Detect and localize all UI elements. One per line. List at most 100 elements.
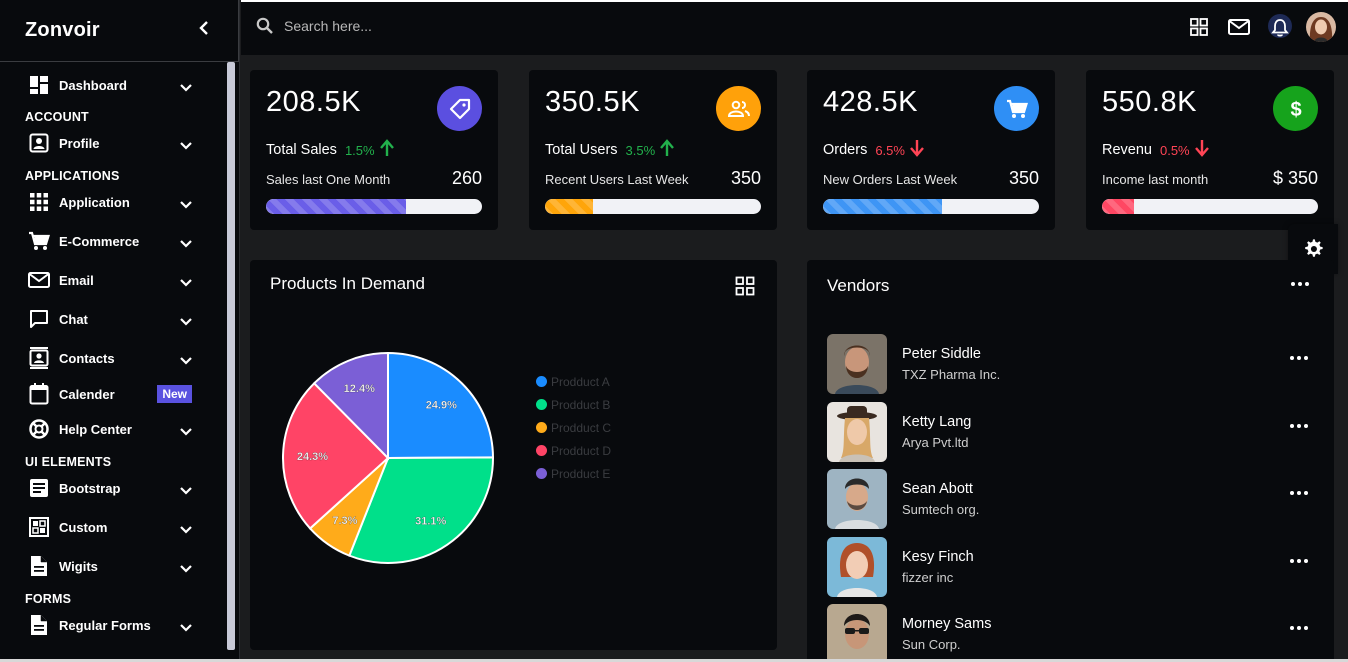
pie-data-label: 7.3% [332,515,357,527]
pie-data-label: 12.4% [344,383,375,395]
sidebar-item-e-commerce[interactable]: E-Commerce [0,222,224,260]
chevron-down-icon [180,423,192,436]
help-icon [28,418,50,440]
legend-item[interactable]: Prodduct C [536,416,611,439]
stat-subvalue: 350 [1008,168,1039,188]
vendor-more-button[interactable] [1289,559,1309,573]
stat-progress-fill [823,199,942,214]
chevron-left-icon [199,21,208,35]
products-in-demand-panel: Products In Demand 24.9% 31.1% 7.3% 24.3% 12… [250,260,777,650]
arrow-up-icon [379,139,395,161]
grid-icon [735,276,755,296]
legend-item[interactable]: Prodduct E [536,462,611,485]
vendor-name: Kesy Finch [902,549,974,565]
products-view-button[interactable] [735,276,755,296]
vendor-info: Kesy Finch fizzer inc [902,549,974,585]
dollar-icon: $ [1273,86,1318,131]
topbar [241,0,1348,55]
stat-card-revenu: 550.8K $ Revenu 0.5% Income last month $… [1086,70,1334,230]
vendor-row[interactable]: Ketty Lang Arya Pvt.ltd [827,402,1314,462]
legend-item[interactable]: Prodduct A [536,370,611,393]
chevron-down-icon [180,313,192,326]
sidebar-item-label: Application [59,194,130,210]
legend-swatch [536,376,547,387]
vendor-more-button[interactable] [1289,424,1309,438]
vendor-org: fizzer inc [902,570,954,585]
sidebar-item-wigits[interactable]: Wigits [0,547,224,585]
vendor-org: Arya Pvt.ltd [902,435,969,450]
sidebar-item-dashboard[interactable]: Dashboard [0,66,224,104]
stat-subtitle: Sales last One Month [266,172,391,187]
sidebar-item-label: Email [59,272,94,288]
pie-data-label: 31.1% [415,515,446,527]
mail-icon [28,269,50,291]
vendor-info: Ketty Lang Arya Pvt.ltd [902,414,971,450]
vendors-panel-title: Vendors [827,276,890,295]
stat-progress-fill [1102,199,1135,214]
sidebar-item-label: Help Center [59,421,132,437]
vendor-more-button[interactable] [1289,491,1309,505]
collapse-sidebar-button[interactable] [198,19,210,42]
user-avatar[interactable] [1306,12,1336,42]
vendor-avatar [827,334,887,394]
vendor-avatar [827,402,887,462]
stat-label: Total Sales [266,142,337,158]
chevron-down-icon [180,521,192,534]
sidebar-item-label: Profile [59,135,100,151]
sidebar-item-regular-forms[interactable]: Regular Forms [0,606,224,644]
stat-percent: 1.5% [344,142,375,158]
search-box [256,17,484,35]
stat-value: 350.5K [545,86,640,118]
apps-button[interactable] [1186,14,1212,40]
document-icon [28,555,50,577]
stat-label-row: Orders 6.5% [823,139,925,161]
vendor-row[interactable]: Morney Sams Sun Corp. [827,604,1314,662]
stat-label: Revenu [1102,142,1152,158]
vendor-row[interactable]: Sean Abott Sumtech org. [827,469,1314,529]
sidebar-item-label: Calender [59,386,115,402]
brand-name: Zonvoir [25,19,100,41]
chevron-down-icon [180,235,192,248]
arrow-down-icon [909,139,925,161]
chevron-down-icon [180,274,192,287]
cart-icon [994,86,1039,131]
messages-button[interactable] [1226,14,1252,40]
custom-icon [28,516,50,538]
vendor-avatar [827,604,887,662]
legend-item[interactable]: Prodduct B [536,393,611,416]
search-input[interactable] [284,18,484,34]
sidebar-scrollbar[interactable] [227,62,235,650]
vendor-name: Peter Siddle [902,346,981,362]
search-icon [256,17,273,34]
sidebar-item-custom[interactable]: Custom [0,508,224,546]
vendor-row[interactable]: Kesy Finch fizzer inc [827,537,1314,597]
sidebar-item-contacts[interactable]: Contacts [0,339,224,377]
profile-icon [28,132,50,154]
pie-data-label: 24.3% [297,451,328,463]
sidebar-item-email[interactable]: Email [0,261,224,299]
vendors-more-button[interactable] [1290,282,1310,292]
new-badge: New [157,385,192,403]
sidebar-item-calender[interactable]: Calender New [0,375,224,413]
stat-card-total-sales: 208.5K Total Sales 1.5% Sales last One M… [250,70,498,230]
sidebar-item-profile[interactable]: Profile [0,124,224,162]
mail-icon [1228,19,1250,35]
sidebar-item-chat[interactable]: Chat [0,300,224,338]
sidebar-item-application[interactable]: Application [0,183,224,221]
legend-item[interactable]: Prodduct D [536,439,611,462]
notifications-button[interactable] [1266,14,1292,40]
vendor-more-button[interactable] [1289,356,1309,370]
sidebar-item-label: Wigits [59,558,98,574]
stat-card-total-users: 350.5K Total Users 3.5% Recent Users Las… [529,70,777,230]
vendor-row[interactable]: Peter Siddle TXZ Pharma Inc. [827,334,1314,394]
stat-progress-bar [266,199,482,214]
vendor-more-button[interactable] [1289,626,1309,640]
document-icon [28,614,50,636]
vendor-org: Sun Corp. [902,637,961,652]
sidebar-item-help-center[interactable]: Help Center [0,410,224,448]
chevron-down-icon [180,560,192,573]
bootstrap-icon [28,477,50,499]
legend-label: Prodduct A [551,374,610,389]
more-dots-icon [1289,559,1309,563]
sidebar-item-bootstrap[interactable]: Bootstrap [0,469,224,507]
